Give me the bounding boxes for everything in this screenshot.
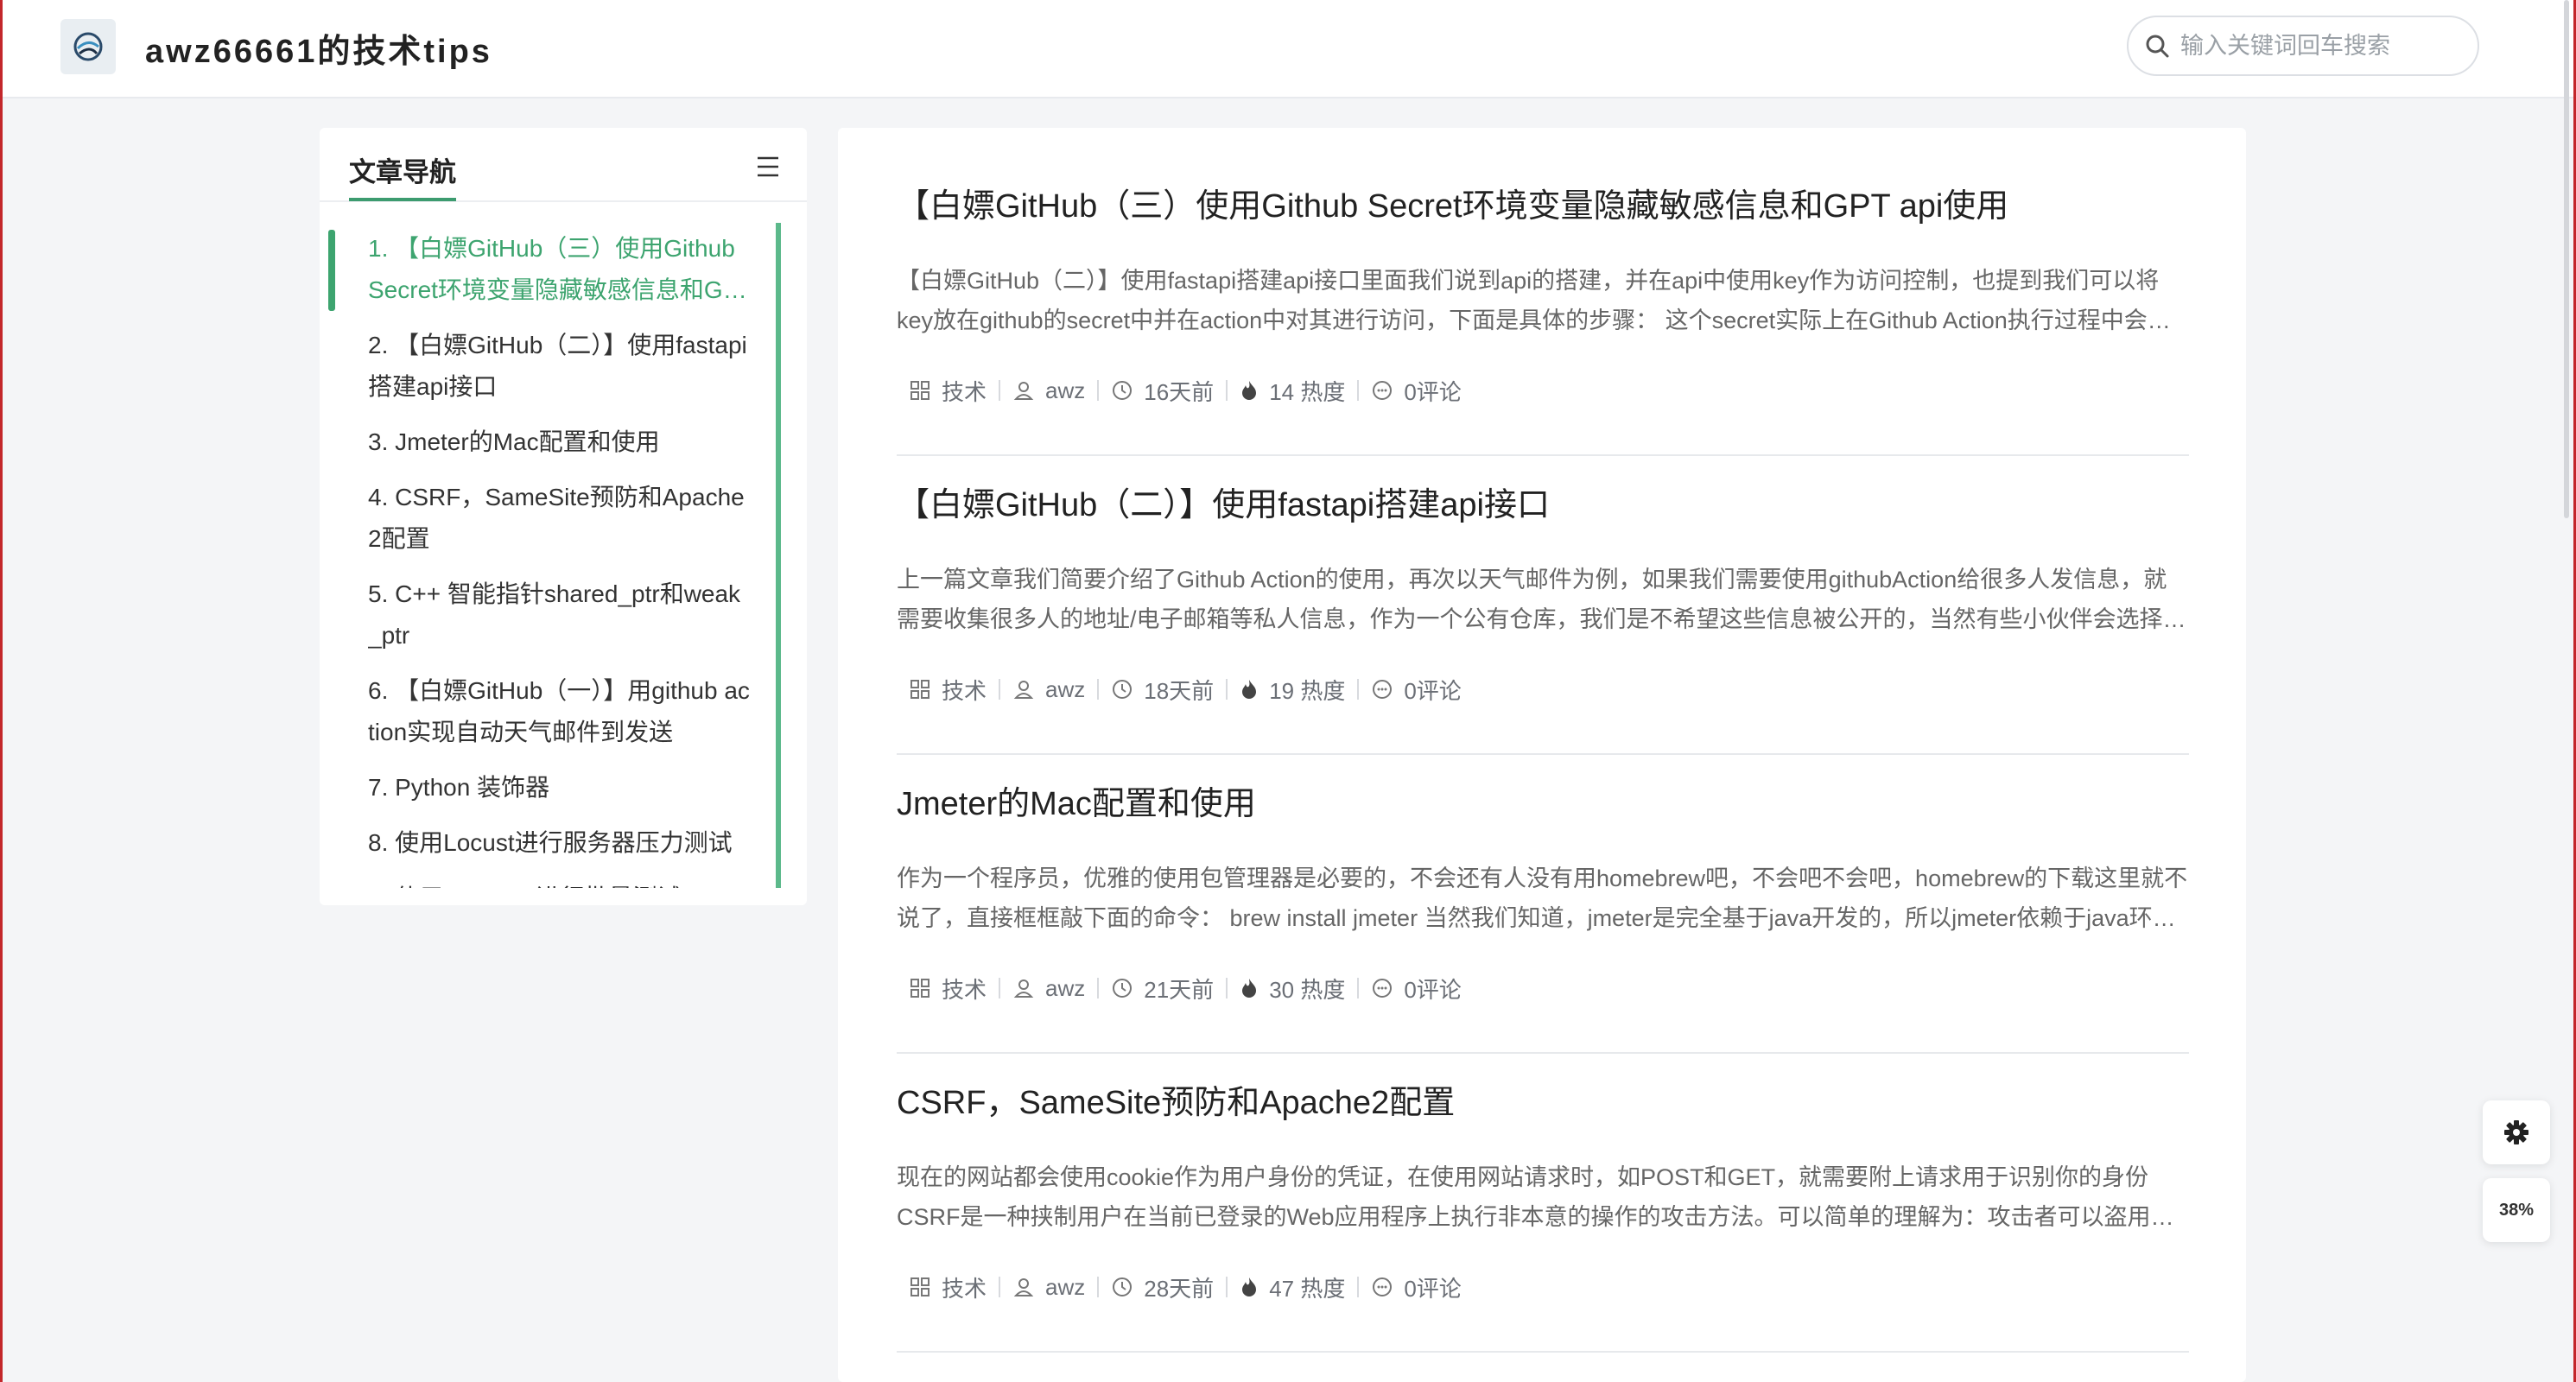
post-author[interactable]: awz bbox=[1000, 676, 1097, 703]
clock-icon bbox=[1113, 680, 1133, 699]
toc-list[interactable]: 1. 【白嫖GitHub（三）使用Github Secret环境变量隐藏敏感信息… bbox=[328, 223, 781, 888]
post-title[interactable]: 【白嫖GitHub（二）】使用fastapi搭建api接口 bbox=[897, 484, 2189, 527]
post-category[interactable]: 技术 bbox=[897, 973, 999, 1005]
post-heat: 19 热度 bbox=[1228, 674, 1357, 706]
grid-icon bbox=[910, 680, 930, 699]
window-border-left bbox=[0, 0, 3, 1382]
post-author[interactable]: awz bbox=[1000, 1274, 1097, 1301]
grid-icon bbox=[910, 979, 930, 998]
user-icon bbox=[1013, 382, 1034, 400]
post-card: 【白嫖GitHub（二）】使用fastapi搭建api接口 上一篇文章我们简要介… bbox=[897, 484, 2189, 755]
post-heat: 30 热度 bbox=[1228, 973, 1357, 1005]
post-card: Jmeter的Mac配置和使用 作为一个程序员，优雅的使用包管理器是必要的，不会… bbox=[897, 783, 2189, 1054]
post-excerpt: 上一篇文章我们简要介绍了Github Action的使用，再次以天气邮件为例，如… bbox=[897, 567, 2186, 632]
post-title[interactable]: Jmeter的Mac配置和使用 bbox=[897, 783, 2189, 826]
post-comments[interactable]: 0评论 bbox=[1359, 1271, 1473, 1303]
post-time: 18天前 bbox=[1099, 674, 1226, 706]
toc-title: 文章导航 bbox=[349, 150, 456, 201]
post-category[interactable]: 技术 bbox=[897, 674, 999, 706]
settings-button[interactable] bbox=[2483, 1100, 2550, 1164]
post-meta: 技术 awz 21天前 30 热度 0评论 bbox=[897, 966, 2189, 1011]
post-comments[interactable]: 0评论 bbox=[1359, 674, 1473, 706]
clock-icon bbox=[1113, 1277, 1133, 1296]
post-card: 【白嫖GitHub（三）使用Github Secret环境变量隐藏敏感信息和GP… bbox=[897, 185, 2189, 456]
flame-icon bbox=[1242, 381, 1257, 400]
post-time: 16天前 bbox=[1099, 375, 1226, 407]
flame-icon bbox=[1242, 979, 1257, 998]
post-list: 【白嫖GitHub（三）使用Github Secret环境变量隐藏敏感信息和GP… bbox=[838, 128, 2246, 1382]
post-comments[interactable]: 0评论 bbox=[1359, 375, 1473, 407]
post-meta: 技术 awz 28天前 47 热度 0评论 bbox=[897, 1265, 2189, 1309]
search-icon bbox=[2146, 35, 2169, 58]
user-icon bbox=[1013, 979, 1034, 998]
toc-item[interactable]: 8. 使用Locust进行服务器压力测试 bbox=[328, 817, 776, 872]
grid-icon bbox=[910, 1277, 930, 1296]
scroll-progress-label: 38% bbox=[2498, 1200, 2535, 1220]
menu-icon[interactable] bbox=[755, 154, 781, 184]
search-box[interactable] bbox=[2127, 16, 2479, 76]
gear-icon bbox=[2504, 1120, 2528, 1144]
comment-icon bbox=[1373, 979, 1393, 998]
post-excerpt: 作为一个程序员，优雅的使用包管理器是必要的，不会还有人没有用homebrew吧，… bbox=[897, 865, 2188, 931]
post-meta: 技术 awz 18天前 19 热度 0评论 bbox=[897, 667, 2189, 712]
toc-header: 文章导航 bbox=[320, 128, 807, 202]
toc-item[interactable]: 2. 【白嫖GitHub（二）】使用fastapi搭建api接口 bbox=[328, 320, 776, 416]
clock-icon bbox=[1113, 381, 1133, 400]
comment-icon bbox=[1373, 381, 1393, 400]
post-author[interactable]: awz bbox=[1000, 975, 1097, 1002]
post-card: CSRF，SameSite预防和Apache2配置 现在的网站都会使用cooki… bbox=[897, 1081, 2189, 1353]
toc-item[interactable]: 6. 【白嫖GitHub（一）】用github action实现自动天气邮件到发… bbox=[328, 665, 776, 762]
flame-icon bbox=[1242, 680, 1257, 699]
site-header: awz66661的技术tips bbox=[0, 0, 2576, 98]
post-meta: 技术 awz 16天前 14 热度 0评论 bbox=[897, 368, 2189, 413]
toc-item[interactable]: 1. 【白嫖GitHub（三）使用Github Secret环境变量隐藏敏感信息… bbox=[328, 223, 776, 320]
logo-icon bbox=[73, 32, 103, 61]
toc-item[interactable]: 3. Jmeter的Mac配置和使用 bbox=[328, 416, 776, 472]
post-title[interactable]: CSRF，SameSite预防和Apache2配置 bbox=[897, 1081, 2189, 1125]
post-author[interactable]: awz bbox=[1000, 377, 1097, 404]
post-title[interactable]: 【白嫖GitHub（三）使用Github Secret环境变量隐藏敏感信息和GP… bbox=[897, 185, 2189, 228]
toc-item[interactable]: 4. CSRF，SameSite预防和Apache2配置 bbox=[328, 472, 776, 568]
comment-icon bbox=[1373, 680, 1393, 699]
comment-icon bbox=[1373, 1277, 1393, 1296]
post-heat: 14 热度 bbox=[1228, 375, 1357, 407]
grid-icon bbox=[910, 381, 930, 400]
toc-item[interactable]: 7. Python 装饰器 bbox=[328, 762, 776, 817]
scroll-progress-button[interactable]: 38% bbox=[2483, 1178, 2550, 1242]
post-comments[interactable]: 0评论 bbox=[1359, 973, 1473, 1005]
toc-item[interactable]: 9. 使用postman进行批量测试 bbox=[328, 872, 776, 888]
page-scrollbar[interactable] bbox=[2564, 0, 2569, 518]
post-excerpt: 【白嫖GitHub（二）】使用fastapi搭建api接口里面我们说到api的搭… bbox=[897, 268, 2171, 333]
flame-icon bbox=[1242, 1277, 1257, 1296]
post-heat: 47 热度 bbox=[1228, 1271, 1357, 1303]
post-category[interactable]: 技术 bbox=[897, 375, 999, 407]
post-excerpt: 现在的网站都会使用cookie作为用户身份的凭证，在使用网站请求时，如POST和… bbox=[897, 1164, 2174, 1230]
user-icon bbox=[1013, 681, 1034, 699]
post-time: 28天前 bbox=[1099, 1271, 1226, 1303]
article-navigation: 文章导航 1. 【白嫖GitHub（三）使用Github Secret环境变量隐… bbox=[320, 128, 807, 905]
post-category[interactable]: 技术 bbox=[897, 1271, 999, 1303]
post-time: 21天前 bbox=[1099, 973, 1226, 1005]
search-input[interactable] bbox=[2180, 32, 2465, 60]
clock-icon bbox=[1113, 979, 1133, 998]
toc-item[interactable]: 5. C++ 智能指针shared_ptr和weak_ptr bbox=[328, 568, 776, 665]
site-logo[interactable] bbox=[60, 19, 116, 74]
user-icon bbox=[1013, 1278, 1034, 1296]
site-title[interactable]: awz66661的技术tips bbox=[145, 24, 492, 72]
